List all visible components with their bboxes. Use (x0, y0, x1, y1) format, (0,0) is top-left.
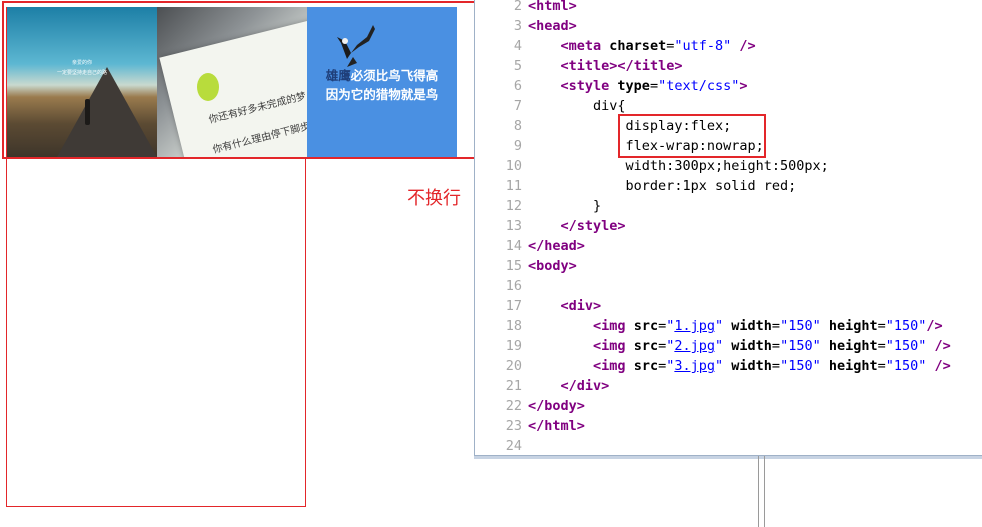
code-line: 11 border:1px solid red; (505, 178, 797, 194)
divider-line (758, 456, 759, 527)
divider-line (764, 456, 765, 527)
annotation-label: 不换行 (407, 188, 461, 209)
code-line: 3 <head> (513, 18, 577, 34)
code-line: 16 (505, 278, 522, 294)
link-1-jpg[interactable]: 1.jpg (674, 318, 715, 334)
code-line: 7 div{ (513, 98, 626, 114)
code-line: 12 } (505, 198, 602, 214)
code-editor[interactable]: 2 <html> 3 <head> 4 <meta charset="utf-8" … (474, 0, 982, 456)
code-line: 19 <img src="2.jpg" width="150" height="… (505, 338, 951, 354)
code-line: 18 <img src="1.jpg" width="150" height="… (505, 318, 943, 334)
code-line: 13 </style> (505, 218, 626, 234)
link-3-jpg[interactable]: 3.jpg (674, 358, 715, 374)
code-line: 14 </head> (505, 238, 585, 254)
code-line: 6 <style type="text/css"> (513, 78, 748, 94)
code-line: 4 <meta charset="utf-8" /> (513, 38, 756, 54)
code-line: 21 </div> (505, 378, 610, 394)
code-line: 10 width:300px;height:500px; (505, 158, 829, 174)
image-row-highlight (2, 1, 476, 159)
code-line: 23 </html> (505, 418, 585, 434)
code-line: 20 <img src="3.jpg" width="150" height="… (505, 358, 951, 374)
code-line: 5 <title></title> (513, 58, 683, 74)
code-line: 17 <div> (505, 298, 602, 314)
code-highlight-box (618, 114, 766, 158)
code-line: 24 (505, 438, 522, 454)
code-line: 22 </body> (505, 398, 585, 414)
code-line: 2 <html> (513, 0, 577, 14)
link-2-jpg[interactable]: 2.jpg (674, 338, 715, 354)
code-line: 15 <body> (505, 258, 577, 274)
